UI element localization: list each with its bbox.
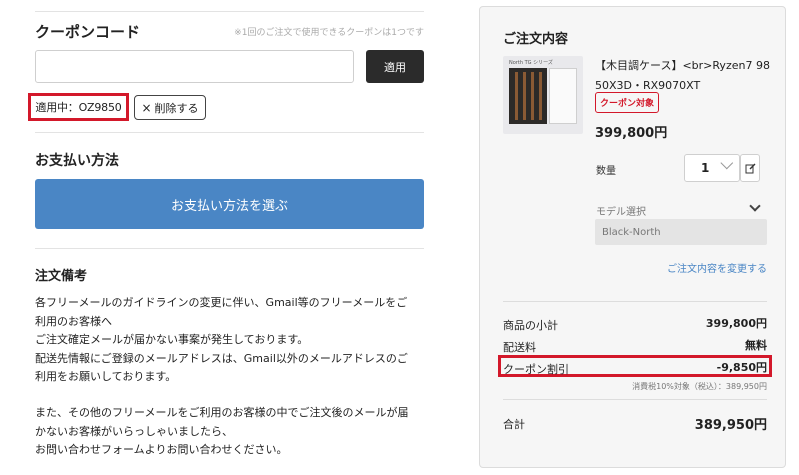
model-select-label: モデル選択	[596, 207, 646, 218]
coupon-discount-label: クーポン割引	[503, 363, 569, 376]
edit-quantity-button[interactable]	[740, 154, 760, 182]
top-divider	[35, 11, 424, 12]
subtotal-value: 399,800円	[705, 317, 767, 330]
remove-coupon-button[interactable]: × 削除する	[134, 95, 206, 120]
coupon-note: ※1回のご注文で使用できるクーポンは1つです	[234, 28, 424, 38]
notes-line: 利用のお客様へ	[35, 314, 112, 328]
apply-coupon-button[interactable]: 適用	[366, 50, 424, 83]
change-order-link[interactable]: ご注文内容を変更する	[667, 260, 767, 275]
coupon-section-title: クーポンコード	[35, 23, 141, 41]
notes-line: ご注文確定メールが届かない事案が発生しております。	[35, 333, 309, 347]
pc-case-white-image	[549, 68, 577, 124]
section-divider	[35, 132, 424, 133]
notes-line: 配送先情報にご登録のメールアドレスは、Gmail以外のメールアドレスのご	[35, 351, 408, 365]
wood-stripe	[515, 72, 518, 120]
quantity-select[interactable]: 1	[684, 154, 740, 182]
wood-stripe	[523, 72, 526, 120]
product-price: 399,800円	[595, 126, 668, 141]
wood-stripe	[531, 72, 534, 120]
applied-coupon-label: 適用中：OZ9850	[28, 93, 129, 121]
coupon-discount-value: -9,850円	[716, 361, 767, 374]
total-value: 389,950円	[694, 418, 767, 433]
section-divider	[35, 248, 424, 249]
total-label: 合計	[503, 418, 525, 431]
model-select-value: Black-North	[595, 219, 767, 245]
payment-section-title: お支払い方法	[35, 153, 119, 169]
choose-payment-button[interactable]: お支払い方法を選ぶ	[35, 179, 424, 229]
tax-note: 消費税10%対象（税込）：389,950円	[632, 382, 767, 391]
notes-line: 利用をお願いしております。	[35, 370, 177, 384]
subtotal-label: 商品の小計	[503, 319, 558, 332]
order-summary-title: ご注文内容	[503, 32, 569, 47]
order-notes-title: 注文備考	[35, 269, 88, 284]
summary-divider	[503, 301, 767, 302]
remove-coupon-label: 削除する	[154, 101, 199, 115]
coupon-eligible-badge: クーポン対象	[595, 92, 660, 113]
close-icon: ×	[141, 100, 152, 115]
notes-line: かないお客様がいらっしゃいましたら、	[35, 424, 233, 438]
coupon-code-input[interactable]	[35, 50, 354, 83]
edit-icon	[745, 163, 755, 173]
quantity-value: 1	[701, 161, 710, 175]
notes-line: また、その他のフリーメールをご利用のお客様の中でご注文後のメールが届	[35, 405, 409, 419]
summary-divider	[503, 399, 767, 400]
shipping-value: 無料	[745, 339, 767, 352]
order-notes-text: 各フリーメールのガイドラインの変更に伴い、Gmail等のフリーメールをご 利用の…	[35, 294, 430, 460]
quantity-label: 数量	[596, 166, 616, 177]
wood-stripe	[539, 72, 542, 120]
thumbnail-caption: North TG シリーズ	[509, 60, 553, 66]
chevron-down-icon	[720, 156, 734, 170]
shipping-label: 配送料	[503, 341, 536, 354]
product-name: 【木目調ケース】<br>Ryzen7 9850X3D・RX9070XT	[595, 59, 770, 92]
notes-line: 各フリーメールのガイドラインの変更に伴い、Gmail等のフリーメールをご	[35, 296, 408, 309]
product-thumbnail: North TG シリーズ	[503, 56, 583, 134]
notes-line: お問い合わせフォームよりお問い合わせください。	[35, 443, 288, 457]
